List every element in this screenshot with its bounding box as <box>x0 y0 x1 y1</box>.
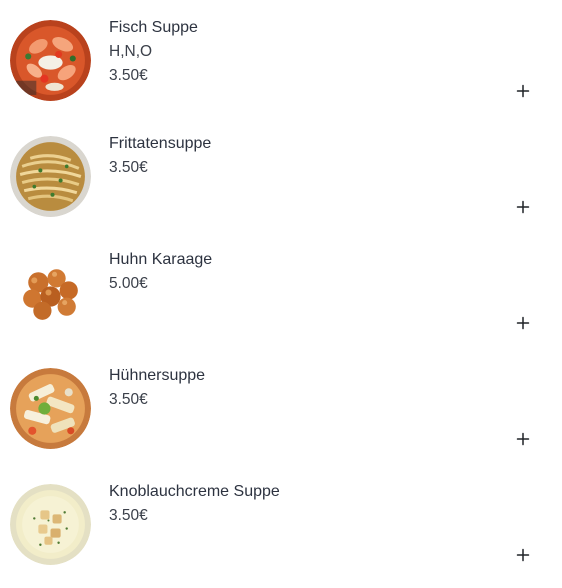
menu-list: Fisch Suppe H,N,O 3.50€ Frittatensuppe 3… <box>0 0 562 588</box>
chicken-karaage-image <box>10 252 91 333</box>
frittatensuppe-image <box>10 136 91 217</box>
add-to-cart-button[interactable] <box>511 427 535 451</box>
plus-icon <box>516 200 530 214</box>
menu-item-name: Fisch Suppe <box>109 19 198 36</box>
menu-item-name: Huhn Karaage <box>109 251 213 268</box>
menu-item-price: 3.50€ <box>109 391 148 408</box>
menu-item-name: Hühnersuppe <box>109 367 206 384</box>
menu-item-text: Fisch Suppe H,N,O 3.50€ <box>109 16 198 88</box>
plus-icon <box>516 84 530 98</box>
menu-item-price: 3.50€ <box>109 507 148 524</box>
menu-item-text: Huhn Karaage 5.00€ <box>109 248 212 296</box>
menu-item-price: 3.50€ <box>109 159 148 176</box>
chicken-soup-image <box>10 368 91 449</box>
menu-item-allergens: H,N,O <box>109 43 153 60</box>
add-to-cart-button[interactable] <box>511 79 535 103</box>
menu-item-text: Frittatensuppe 3.50€ <box>109 132 211 180</box>
menu-item-frittatensuppe[interactable]: Frittatensuppe 3.50€ <box>0 116 562 232</box>
menu-item-huehnersuppe[interactable]: Hühnersuppe 3.50€ <box>0 348 562 464</box>
add-to-cart-button[interactable] <box>511 543 535 567</box>
fish-soup-image <box>10 20 91 101</box>
menu-item-price: 5.00€ <box>109 275 148 292</box>
plus-icon <box>516 432 530 446</box>
add-to-cart-button[interactable] <box>511 195 535 219</box>
garlic-cream-soup-image <box>10 484 91 565</box>
menu-item-text: Hühnersuppe 3.50€ <box>109 364 205 412</box>
menu-item-fisch-suppe[interactable]: Fisch Suppe H,N,O 3.50€ <box>0 0 562 116</box>
add-to-cart-button[interactable] <box>511 311 535 335</box>
menu-item-knoblauchcreme-suppe[interactable]: Knoblauchcreme Suppe 3.50€ <box>0 464 562 580</box>
menu-item-text: Knoblauchcreme Suppe 3.50€ <box>109 480 280 528</box>
menu-item-huhn-karaage[interactable]: Huhn Karaage 5.00€ <box>0 232 562 348</box>
menu-item-price: 3.50€ <box>109 67 148 84</box>
plus-icon <box>516 548 530 562</box>
plus-icon <box>516 316 530 330</box>
menu-item-name: Knoblauchcreme Suppe <box>109 483 280 500</box>
menu-item-name: Frittatensuppe <box>109 135 212 152</box>
